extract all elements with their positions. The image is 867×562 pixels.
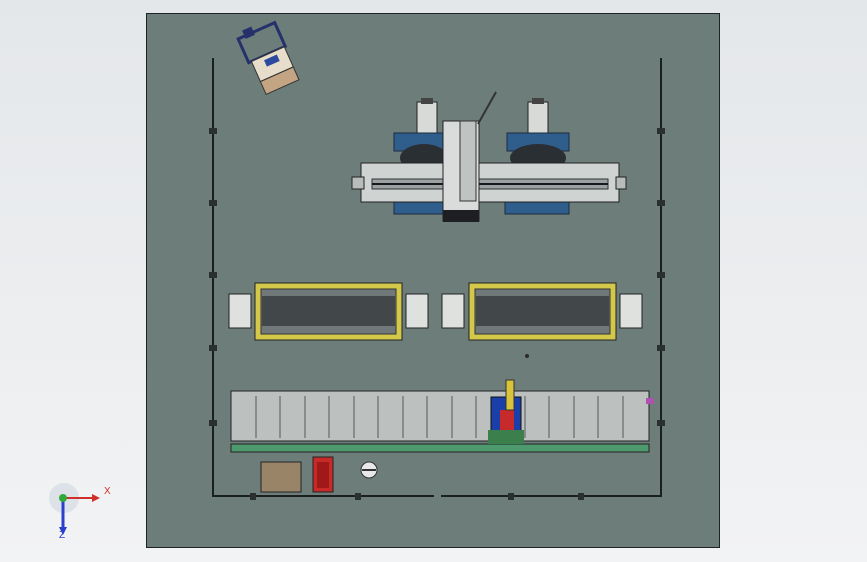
- cart-unit[interactable]: [236, 17, 300, 96]
- axis-x-label: X: [104, 486, 111, 497]
- marker-point: [525, 354, 529, 358]
- axis-z-label: Z: [59, 530, 66, 541]
- cad-model[interactable]: [0, 0, 867, 562]
- round-device[interactable]: [360, 461, 378, 479]
- motor-left: [416, 98, 438, 135]
- red-cabinet[interactable]: [312, 456, 334, 493]
- main-assembly-line[interactable]: [230, 379, 654, 453]
- left-conveyor[interactable]: [228, 282, 429, 341]
- brown-crate[interactable]: [260, 461, 302, 493]
- right-conveyor[interactable]: [441, 282, 643, 341]
- motor-right: [527, 98, 549, 135]
- robot-gantry[interactable]: [351, 91, 627, 222]
